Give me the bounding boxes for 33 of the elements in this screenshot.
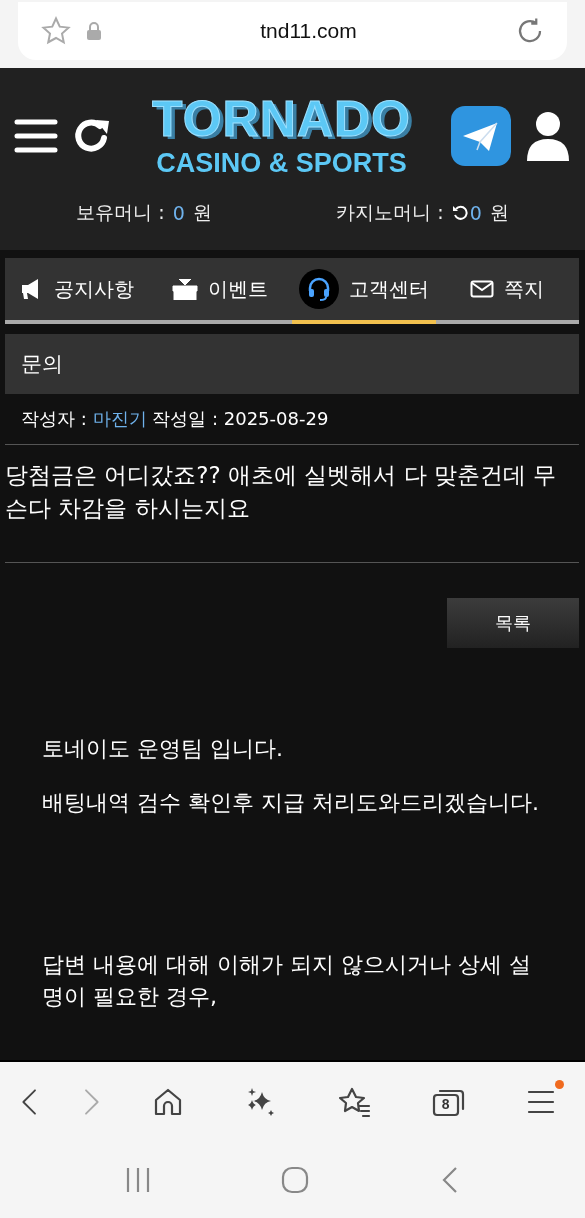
logo-subtitle: CASINO & SPORTS (156, 147, 407, 179)
nav-tab[interactable]: 고객센터 (292, 258, 436, 324)
answer-paragraph: 배팅내역 검수 확인후 지급 처리도와드리겠습니다. (42, 789, 540, 818)
menu-icon[interactable] (14, 118, 58, 154)
list-button[interactable]: 목록 (447, 598, 579, 649)
nav-tab[interactable]: 쪽지 (435, 258, 579, 324)
menu-icon (526, 1089, 555, 1115)
tab-count: 8 (441, 1096, 450, 1112)
gift-icon (172, 278, 199, 300)
logo-title: TORNADO (152, 93, 411, 144)
nav-tab[interactable]: 공지사항 (5, 258, 149, 324)
tabs-icon (431, 1087, 466, 1117)
nav-tab[interactable]: 이벤트 (148, 258, 292, 324)
paper-plane-icon[interactable] (451, 106, 511, 166)
recent-apps-icon[interactable] (125, 1167, 152, 1193)
home-icon[interactable] (281, 1166, 310, 1194)
post-meta: 작성자 : 마진기 작성일 : 2025-08-29 (5, 394, 579, 445)
balance-text: 카지노머니 : 0 원 (336, 200, 509, 226)
board-title: 문의 (5, 334, 579, 394)
logo[interactable]: TORNADO CASINO & SPORTS (126, 93, 437, 179)
tabs-button[interactable]: 8 (421, 1077, 476, 1127)
balance-text: 보유머니 : 0 원 (76, 200, 212, 226)
mail-icon (470, 280, 495, 298)
star-list-icon (337, 1086, 372, 1118)
lock-icon (86, 22, 102, 40)
star-icon[interactable] (40, 16, 72, 46)
answer-paragraph: 답변 내용에 대해 이해가 되지 않으시거나 상세 설명이 필요한 경우, (42, 951, 532, 1011)
headset-icon (298, 269, 339, 309)
refresh-icon[interactable] (451, 205, 468, 221)
question-text: 당첨금은 어디갔죠?? 애초에 실벳해서 다 맞춘건데 무슨다 차감을 하시는지요 (5, 445, 579, 564)
answer-paragraph: 토네이도 운영팀 입니다. (42, 735, 284, 764)
address-bar[interactable]: tnd11.com (18, 2, 567, 60)
user-icon[interactable] (525, 111, 571, 161)
